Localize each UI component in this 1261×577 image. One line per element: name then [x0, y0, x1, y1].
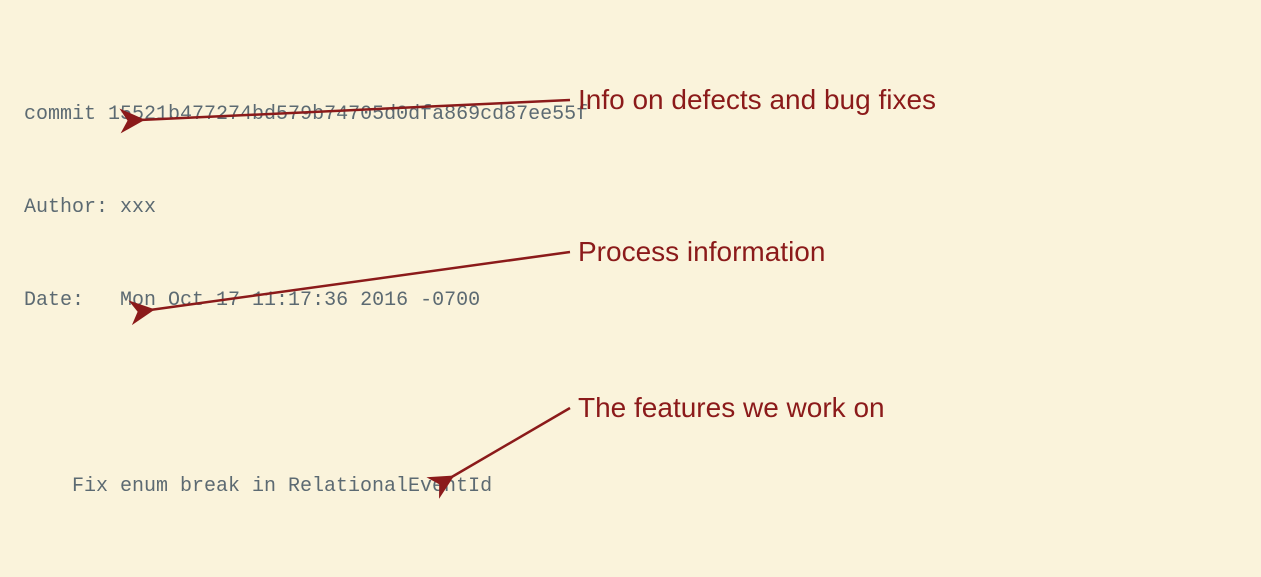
commit-hash: 15521b477274bd579b74705d0dfa869cd87ee55f — [108, 103, 588, 126]
author-name: xxx — [120, 196, 156, 219]
commit-date: Mon Oct 17 11:17:36 2016 -0700 — [120, 289, 480, 312]
annotation-features: The features we work on — [578, 392, 885, 424]
annotation-process: Process information — [578, 236, 825, 268]
annotation-defects: Info on defects and bug fixes — [578, 84, 936, 116]
date-line: Date: Mon Oct 17 11:17:36 2016 -0700 — [24, 285, 936, 316]
commit-message: Fix enum break in RelationalEventId — [72, 471, 936, 502]
author-line: Author: xxx — [24, 192, 936, 223]
